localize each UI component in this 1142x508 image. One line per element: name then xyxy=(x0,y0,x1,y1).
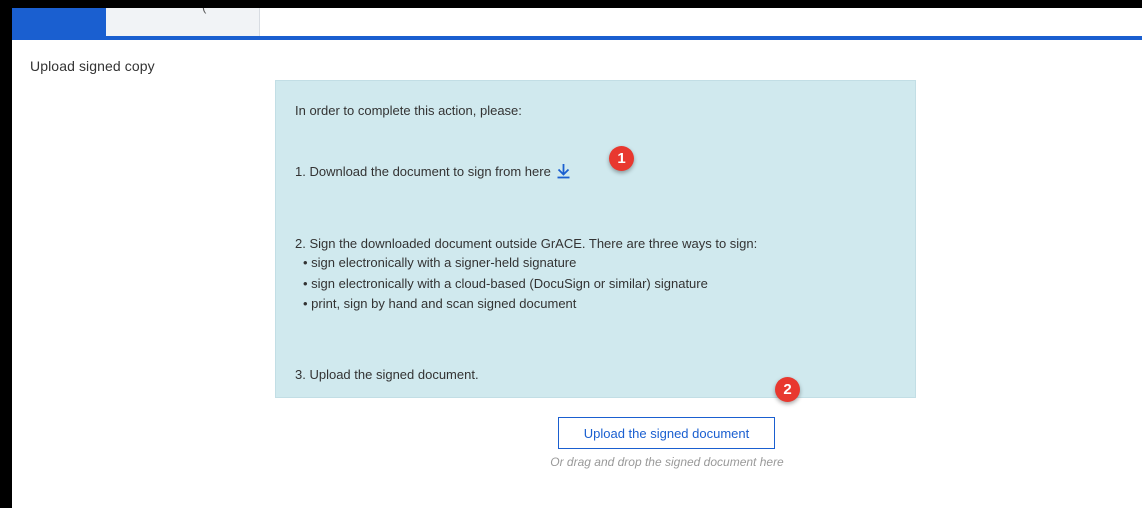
tab-inactive[interactable]: ( xyxy=(106,8,260,36)
drag-drop-hint: Or drag and drop the signed document her… xyxy=(550,455,784,469)
upload-signed-document-button[interactable]: Upload the signed document xyxy=(558,417,775,449)
sign-option-bullet: • sign electronically with a cloud-based… xyxy=(303,276,708,291)
tab-active[interactable] xyxy=(12,8,106,36)
tab-inactive-label: ( xyxy=(202,8,206,14)
instructions-step2: 2. Sign the downloaded document outside … xyxy=(295,236,758,251)
window-left-border xyxy=(0,0,12,508)
download-document-link[interactable]: 1. Download the document to sign from he… xyxy=(295,163,570,179)
sign-option-bullet: • print, sign by hand and scan signed do… xyxy=(303,296,577,311)
instructions-box: In order to complete this action, please… xyxy=(275,80,916,398)
sign-option-bullet: • sign electronically with a signer-held… xyxy=(303,255,577,270)
download-link-label: 1. Download the document to sign from he… xyxy=(295,163,551,179)
annotation-badge-2: 2 xyxy=(775,377,800,402)
window-top-border xyxy=(0,0,1142,8)
instructions-step3: 3. Upload the signed document. xyxy=(295,367,479,382)
annotation-badge-1: 1 xyxy=(609,146,634,171)
tab-underline xyxy=(12,36,1142,40)
instructions-intro: In order to complete this action, please… xyxy=(295,103,522,118)
section-title: Upload signed copy xyxy=(30,58,155,74)
download-icon[interactable] xyxy=(557,163,570,179)
